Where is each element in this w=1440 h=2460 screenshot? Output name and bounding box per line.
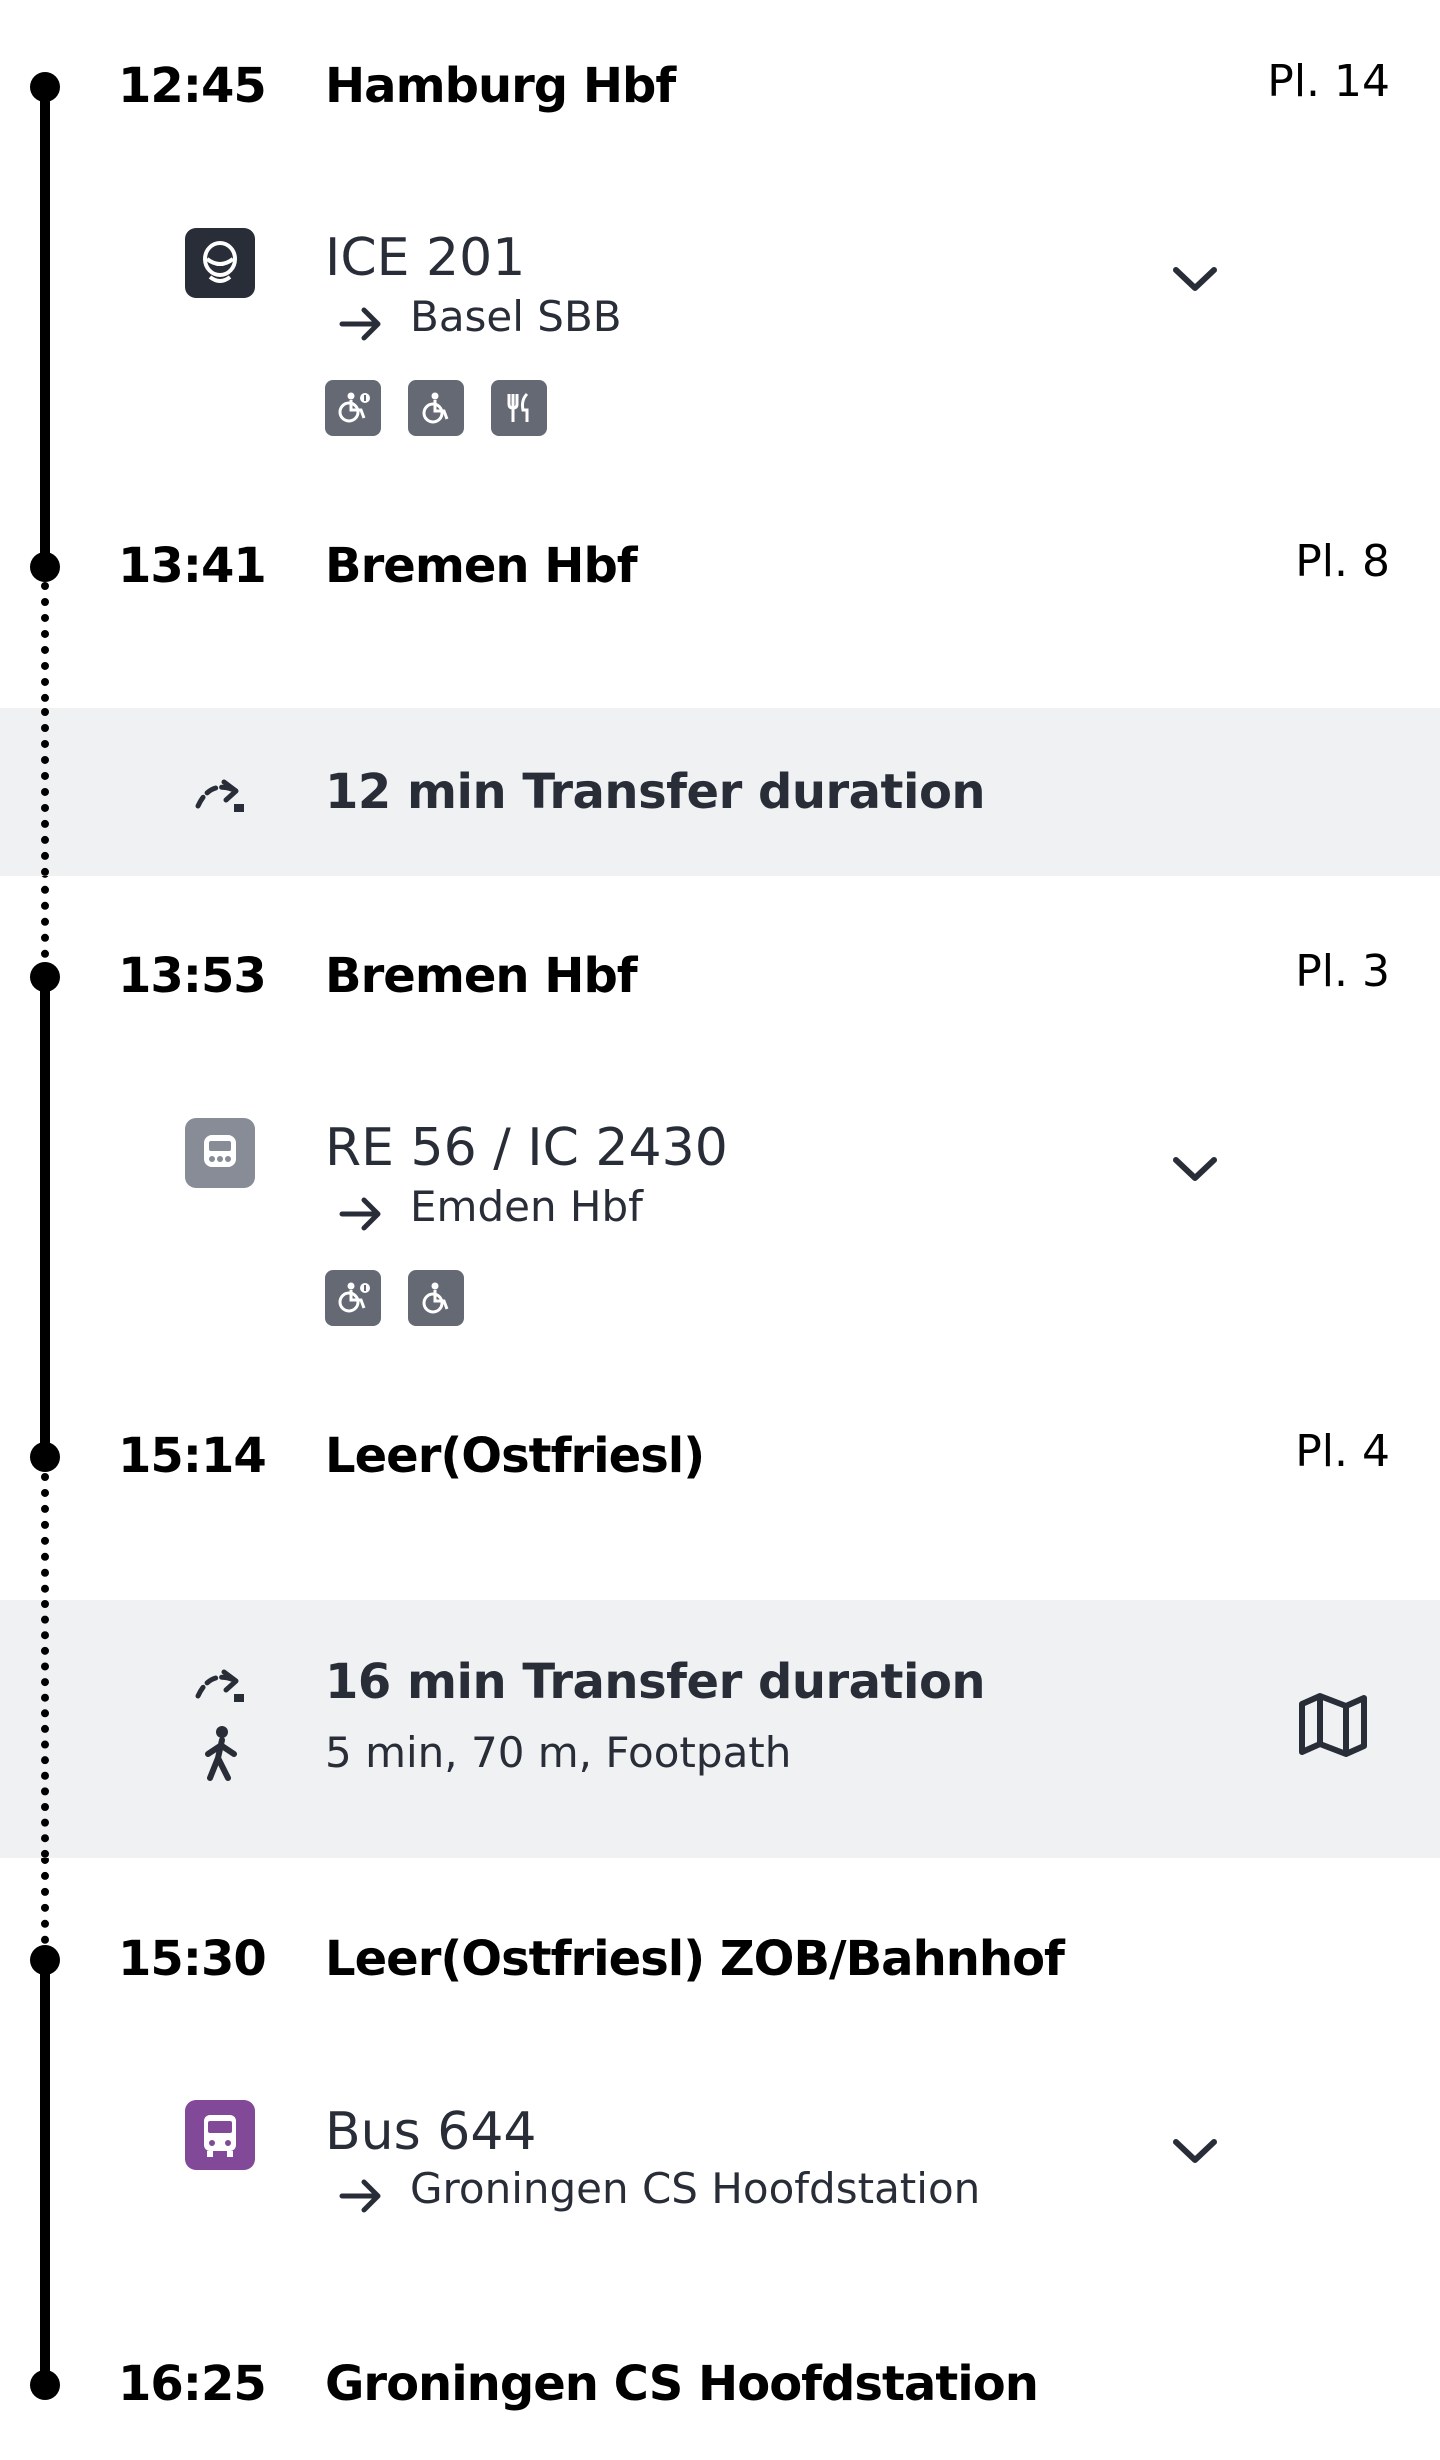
departure-time: 13:53 — [118, 948, 267, 1004]
bicycle-icon — [408, 1270, 464, 1326]
departure-time: 12:45 — [118, 58, 267, 114]
platform-label: Pl. 8 — [1295, 536, 1390, 587]
stop-dot — [30, 2370, 60, 2400]
transfer-icon — [195, 779, 244, 812]
stop-dot — [30, 552, 60, 582]
stop-dot — [30, 1442, 60, 1472]
station-name: Groningen CS Hoofdstation — [325, 2356, 1039, 2412]
wheelchair-info-icon — [325, 1270, 381, 1326]
destination: Emden Hbf — [410, 1182, 643, 1231]
chevron-down-icon[interactable] — [1170, 2134, 1220, 2168]
bicycle-icon — [408, 380, 464, 436]
train-name: RE 56 / IC 2430 — [325, 1118, 728, 1178]
train-name: ICE 201 — [325, 228, 526, 288]
stop-dot — [30, 962, 60, 992]
transfer-duration: 16 min Transfer duration — [325, 1654, 986, 1710]
chevron-down-icon[interactable] — [1170, 1152, 1220, 1186]
timeline-transfer-dotted-1-overlay — [41, 708, 49, 876]
departure-time: 15:30 — [118, 1931, 267, 1987]
bus-icon — [185, 2100, 255, 2170]
regional-train-icon — [185, 1118, 255, 1188]
station-name: Bremen Hbf — [325, 948, 638, 1004]
platform-label: Pl. 14 — [1267, 56, 1390, 107]
destination: Groningen CS Hoofdstation — [410, 2164, 981, 2213]
arrival-time: 15:14 — [118, 1428, 267, 1484]
timeline-segment-2 — [40, 977, 50, 1459]
chevron-down-icon[interactable] — [1170, 262, 1220, 296]
timeline-segment-3 — [40, 1960, 50, 2385]
arrival-time: 13:41 — [118, 538, 267, 594]
stop-dot — [30, 1945, 60, 1975]
arrow-right-icon — [339, 307, 381, 341]
ice-train-icon — [185, 228, 255, 298]
transfer-icon — [195, 1669, 244, 1702]
arrow-right-icon — [339, 2179, 381, 2213]
map-icon[interactable] — [1296, 1688, 1370, 1762]
arrow-right-icon — [339, 1197, 381, 1231]
timeline-transfer-dotted-2-overlay — [41, 1600, 49, 1858]
stop-dot — [30, 72, 60, 102]
arrival-time: 16:25 — [118, 2356, 267, 2412]
station-name: Leer(Ostfriesl) — [325, 1428, 705, 1484]
timeline-segment-1 — [40, 86, 50, 568]
platform-label: Pl. 4 — [1295, 1426, 1390, 1477]
bus-name: Bus 644 — [325, 2102, 537, 2162]
restaurant-icon — [491, 380, 547, 436]
station-name: Bremen Hbf — [325, 538, 638, 594]
transfer-duration: 12 min Transfer duration — [325, 764, 986, 820]
walking-icon — [205, 1726, 237, 1781]
station-name: Hamburg Hbf — [325, 58, 676, 114]
platform-label: Pl. 3 — [1295, 946, 1390, 997]
footpath-info: 5 min, 70 m, Footpath — [325, 1728, 792, 1777]
station-name: Leer(Ostfriesl) ZOB/Bahnhof — [325, 1931, 1065, 1987]
destination: Basel SBB — [410, 292, 622, 341]
wheelchair-info-icon — [325, 380, 381, 436]
